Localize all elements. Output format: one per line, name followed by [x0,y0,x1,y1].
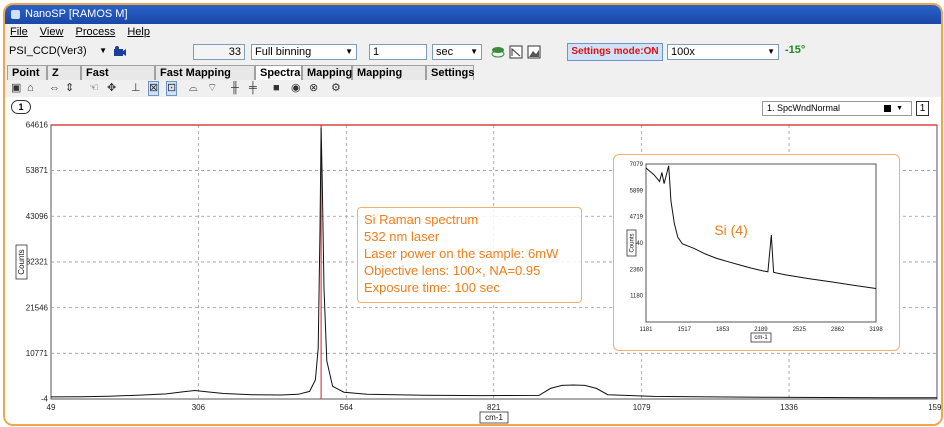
annotation-line: Laser power on the sample: 6mW [364,246,559,261]
peak-marker-icon[interactable]: ╪ [249,82,257,95]
x-axis-label: cm-1 [485,413,503,422]
tab-spectra[interactable]: Spectra [255,65,302,80]
fit-x-icon[interactable]: ⊠ [147,81,160,96]
x-tick-label: 1336 [780,403,798,412]
print-icon[interactable]: ⌂ [27,82,34,95]
binning-select[interactable]: Full binning [251,44,357,60]
image-view-icon[interactable] [527,45,541,59]
settings-mode-button[interactable]: Settings mode:ON [567,43,663,61]
exposure-unit-select[interactable]: sec [432,44,482,60]
x-tick-label: 2862 [831,327,845,333]
y-tick-label: 53871 [26,166,49,175]
hand-icon[interactable]: ☜ [89,82,99,95]
chart-view-icon[interactable] [509,45,523,59]
menu-process[interactable]: Process [76,26,116,38]
y-tick-label: 7079 [630,162,644,168]
x-tick-label: 821 [487,403,501,412]
measurement-annotation: Si Raman spectrum 532 nm laser Laser pow… [357,207,582,303]
x-tick-label: 1853 [716,327,730,333]
spectrum-name: 1. SpcWndNormal [767,103,841,113]
x-tick-label: 3198 [869,327,883,333]
zoom-out-icon[interactable]: ⌔ [207,82,217,95]
options-icon[interactable]: ⚙ [331,82,341,95]
plot-number-badge[interactable]: 1 [11,100,31,114]
window-title: NanoSP [RAMOS M] [25,8,128,20]
exposure-input[interactable]: 1 [369,44,427,60]
auto-scale-icon[interactable]: ⊥ [131,82,141,95]
record-icon[interactable]: ◉ [291,82,301,95]
detector-select[interactable]: PSI_CCD(Ver3) [6,44,110,60]
x-tick-label: 1181 [640,327,654,333]
save-icon[interactable]: ▣ [11,82,21,95]
x-tick-label: 2525 [793,327,807,333]
tab-mapping[interactable]: Mapping [302,65,352,80]
x-tick-label: 564 [340,403,354,412]
menu-file[interactable]: File [10,26,28,38]
count-field[interactable]: 33 [193,44,245,60]
spectra-toolbar: ▣ ⌂ ⇔ ⇕ ☜ ✥ ⊥ ⊠ ⊡ ⌓ ⌔ ╫ ╪ ■ ◉ ⊗ ⚙ [5,80,941,98]
annotation-line: Objective lens: 100×, NA=0.95 [364,263,541,278]
inset-annotation: Si (4) [714,222,747,238]
clear-icon[interactable]: ⊗ [309,82,318,95]
tab-point[interactable]: Point [7,65,47,80]
inset-spectrum: 1181151718532189252528623198118023603540… [613,154,900,351]
title-bar: NanoSP [RAMOS M] [5,5,941,24]
objective-select[interactable]: 100x [667,44,779,60]
y-axis-label: Counts [630,233,636,252]
plot-area [645,163,877,323]
stop-icon[interactable]: ■ [273,82,280,95]
pan-horizontal-icon[interactable]: ⇔ [49,82,60,95]
color-swatch[interactable] [884,105,891,112]
spectrum-select[interactable]: 1. SpcWndNormal ▼ [762,101,912,116]
x-tick-label: 1594 [928,403,941,412]
y-tick-label: 2360 [630,267,644,273]
application-window: NanoSP [RAMOS M] File View Process Help … [3,3,943,426]
tab-fast-mapping-plus[interactable]: Fast Mapping Plus [155,65,255,93]
menu-help[interactable]: Help [127,26,150,38]
annotation-line: Si Raman spectrum [364,212,479,227]
x-tick-label: 2189 [754,327,768,333]
y-tick-label: 43096 [26,212,49,221]
x-tick-label: 306 [192,403,206,412]
tab-z[interactable]: Z [47,65,81,80]
tab-mapping-plus[interactable]: Mapping Plus [352,65,426,93]
y-axis-label: Counts [17,249,26,274]
pan-vertical-icon[interactable]: ⇕ [65,82,74,95]
y-tick-label: 10771 [26,349,49,358]
y-tick-label: 64616 [26,121,49,130]
move-icon[interactable]: ✥ [107,82,116,95]
zoom-in-icon[interactable]: ⌓ [189,82,198,95]
mode-tabs: Point Z Fast Mapping Fast Mapping Plus S… [5,65,941,93]
annotation-line: Exposure time: 100 sec [364,280,500,295]
x-tick-label: 49 [47,403,56,412]
y-tick-label: -4 [41,395,49,404]
y-tick-label: 1180 [630,294,644,300]
y-tick-label: 32321 [26,258,49,267]
x-tick-label: 1079 [633,403,651,412]
cursor-icon[interactable]: ╫ [231,82,239,95]
tab-fast-mapping[interactable]: Fast Mapping [81,65,155,93]
fit-y-icon[interactable]: ⊡ [165,81,178,96]
menu-view[interactable]: View [40,26,64,38]
app-icon [11,10,20,19]
tab-settings[interactable]: Settings [426,65,474,80]
temperature-readout: -15° [785,44,806,56]
acquisition-toolbar: PSI_CCD(Ver3) 33 Full binning 1 sec Sett… [5,41,941,65]
menu-bar: File View Process Help [5,24,941,41]
x-tick-label: 1517 [678,327,692,333]
stack-icon[interactable] [491,45,505,59]
y-tick-label: 21546 [26,303,49,312]
camera-icon[interactable] [113,45,127,59]
chevron-down-icon[interactable]: ▼ [896,102,903,115]
inset-chart: 1181151718532189252528623198118023603540… [626,162,883,343]
spectrum-panel: 49 306 564 821 1079 1336 1594 -4 10771 21546 32321… [5,97,941,424]
annotation-line: 532 nm laser [364,229,440,244]
y-tick-label: 4719 [630,215,644,221]
x-axis-label: cm-1 [754,335,768,341]
y-tick-label: 5899 [630,188,644,194]
spectrum-count[interactable]: 1 [916,101,929,116]
